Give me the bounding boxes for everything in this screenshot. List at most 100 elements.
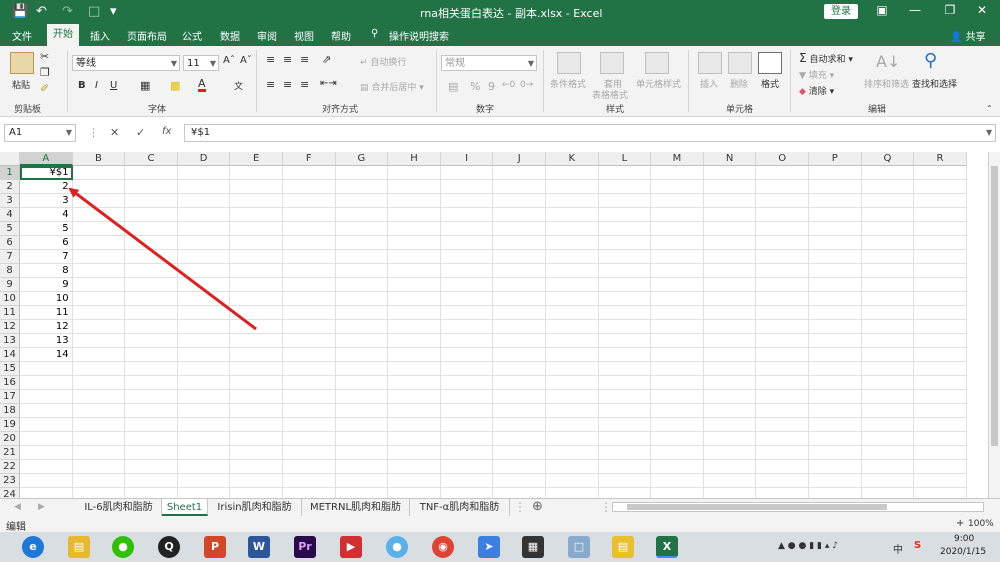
cell-A1[interactable]: ¥$1 <box>20 166 73 180</box>
formula-input[interactable]: ¥$1 <box>184 124 996 142</box>
autosum-button[interactable]: Σ 自动求和 ▾ <box>799 51 853 65</box>
sheet-tab[interactable]: TNF-α肌肉和脂肪 <box>410 499 510 516</box>
italic-button[interactable]: I <box>95 80 98 91</box>
next-sheet-icon[interactable]: ▶ <box>38 502 45 512</box>
comma-button[interactable]: 9 <box>488 80 495 93</box>
font-size-select[interactable]: 11 ▼ <box>183 55 219 71</box>
qq-icon[interactable]: Q <box>158 536 180 558</box>
paste-button[interactable]: 粘贴 <box>12 78 30 91</box>
phonetic-icon[interactable]: 文 <box>234 79 243 92</box>
excel-taskbar-icon[interactable]: X <box>656 536 678 558</box>
sheet-tab[interactable]: IL-6肌肉和脂肪 <box>76 499 162 516</box>
scroll-thumb[interactable] <box>627 504 887 510</box>
horizontal-scrollbar[interactable] <box>612 502 984 512</box>
fill-color-icon[interactable]: ▩ <box>170 79 180 92</box>
insert-function-button[interactable]: fx <box>162 126 171 137</box>
conditional-format-icon[interactable] <box>557 52 581 74</box>
tab-data[interactable]: 数据 <box>220 28 240 43</box>
find-select-button[interactable]: 查找和选择 <box>912 77 957 90</box>
orientation-icon[interactable]: ⇗ <box>322 53 331 66</box>
align-right-icon[interactable]: ≡ <box>300 78 309 91</box>
redo-icon[interactable]: ↷ <box>62 4 73 19</box>
sheet-tab-active[interactable]: Sheet1 <box>162 499 208 516</box>
split-handle-icon[interactable]: ⋮ <box>600 500 612 514</box>
expand-formula-icon[interactable]: ▼ <box>986 128 992 137</box>
tab-view[interactable]: 视图 <box>294 28 314 43</box>
name-box[interactable]: A1 ▼ <box>4 124 76 142</box>
restore-icon[interactable]: ❐ <box>940 3 960 19</box>
sogou-icon[interactable]: S <box>914 540 921 551</box>
tab-home[interactable]: 开始 <box>47 24 79 46</box>
clock-time[interactable]: 9:00 <box>954 534 974 544</box>
prev-sheet-icon[interactable]: ◀ <box>14 502 21 512</box>
format-as-table-icon[interactable] <box>600 52 624 74</box>
format-cells-icon[interactable] <box>758 52 782 74</box>
fill-button[interactable]: ▼ 填充 ▾ <box>799 68 834 81</box>
vertical-scrollbar[interactable] <box>988 152 1000 498</box>
clear-button[interactable]: ◆ 清除 ▾ <box>799 84 834 97</box>
cut-icon[interactable]: ✂ <box>40 50 49 63</box>
borders-icon[interactable]: ▦ <box>140 79 150 92</box>
align-center-icon[interactable]: ≡ <box>283 78 292 91</box>
powerpoint-icon[interactable]: P <box>204 536 226 558</box>
delete-cells-button[interactable]: 删除 <box>730 77 748 90</box>
zoom-level[interactable]: 100% <box>968 519 994 529</box>
percent-button[interactable]: % <box>470 80 480 93</box>
merge-center-button[interactable]: ▤ 合并后居中 ▾ <box>360 80 424 93</box>
clock-date[interactable]: 2020/1/15 <box>940 547 986 557</box>
tab-file[interactable]: 文件 <box>12 28 32 43</box>
format-painter-icon[interactable]: ✐ <box>40 82 49 95</box>
tray-icons[interactable]: ▲ ● ● ▮ ▮ ▴ ♪ <box>778 541 838 551</box>
align-left-icon[interactable]: ≡ <box>266 78 275 91</box>
ime-indicator[interactable]: 中 <box>893 541 903 556</box>
shrink-font-icon[interactable]: Aˇ <box>240 55 252 66</box>
format-cells-button[interactable]: 格式 <box>761 77 779 90</box>
minimize-icon[interactable]: — <box>905 3 925 19</box>
indent-icons[interactable]: ⇤⇥ <box>320 78 337 89</box>
number-format-select[interactable]: 常规 ▼ <box>441 55 537 71</box>
chat-app-icon[interactable]: ● <box>386 536 408 558</box>
bold-button[interactable]: B <box>78 80 86 91</box>
cancel-icon[interactable]: ✕ <box>110 126 119 139</box>
paste-icon[interactable] <box>10 52 34 74</box>
save-icon[interactable]: 💾 <box>12 4 28 19</box>
premiere-icon[interactable]: Pr <box>294 536 316 558</box>
insert-cells-icon[interactable] <box>698 52 722 74</box>
delete-cells-icon[interactable] <box>728 52 752 74</box>
cell-styles-button[interactable]: 单元格样式 <box>636 77 681 90</box>
sheet-tab[interactable]: Irisin肌肉和脂肪 <box>208 499 302 516</box>
enter-icon[interactable]: ✓ <box>136 126 145 139</box>
align-top-icon[interactable]: ≡ <box>266 53 275 66</box>
font-color-icon[interactable]: A <box>198 78 206 92</box>
sort-filter-icon[interactable]: A↓ <box>876 52 900 71</box>
scroll-thumb[interactable] <box>991 166 998 446</box>
more-sheets-icon[interactable]: ⋮ <box>514 500 526 514</box>
feishu-icon[interactable]: ➤ <box>478 536 500 558</box>
close-icon[interactable]: ✕ <box>972 3 992 19</box>
chrome-icon[interactable]: ◉ <box>432 536 454 558</box>
ribbon-display-icon[interactable]: ▣ <box>872 3 892 19</box>
undo-icon[interactable]: ↶ <box>36 4 47 19</box>
wechat-icon[interactable]: ● <box>112 536 134 558</box>
new-file-icon[interactable]: □ <box>88 4 100 19</box>
insert-cells-button[interactable]: 插入 <box>700 77 718 90</box>
align-middle-icon[interactable]: ≡ <box>283 53 292 66</box>
format-as-table-line2[interactable]: 表格格式 <box>592 88 628 101</box>
increase-decimal-icon[interactable]: ←0 <box>502 80 515 90</box>
clipboard-app-icon[interactable]: ▤ <box>612 536 634 558</box>
video-editor-icon[interactable]: ▦ <box>522 536 544 558</box>
tell-me-search[interactable]: 操作说明搜索 <box>389 28 449 43</box>
decrease-decimal-icon[interactable]: 0→ <box>520 80 533 90</box>
wrap-text-button[interactable]: ↵ 自动换行 <box>360 55 406 68</box>
word-icon[interactable]: W <box>248 536 270 558</box>
file-explorer-icon[interactable]: ▤ <box>68 536 90 558</box>
customize-qat-icon[interactable]: ▾ <box>110 4 117 19</box>
underline-button[interactable]: U <box>110 80 117 91</box>
tab-help[interactable]: 帮助 <box>331 28 351 43</box>
add-sheet-icon[interactable]: ⊕ <box>532 499 543 514</box>
tab-formulas[interactable]: 公式 <box>182 28 202 43</box>
currency-icon[interactable]: ▤ <box>448 80 458 93</box>
worksheet-grid[interactable]: A B C D E F G H I J K L M N O P Q R 1 ¥$1 2 2 3 3 4 4 5 5 6 6 7 7 8 8 9 9 10… <box>0 152 1000 498</box>
share-button[interactable]: 👤 共享 <box>950 28 986 43</box>
login-button[interactable]: 登录 <box>824 4 858 19</box>
